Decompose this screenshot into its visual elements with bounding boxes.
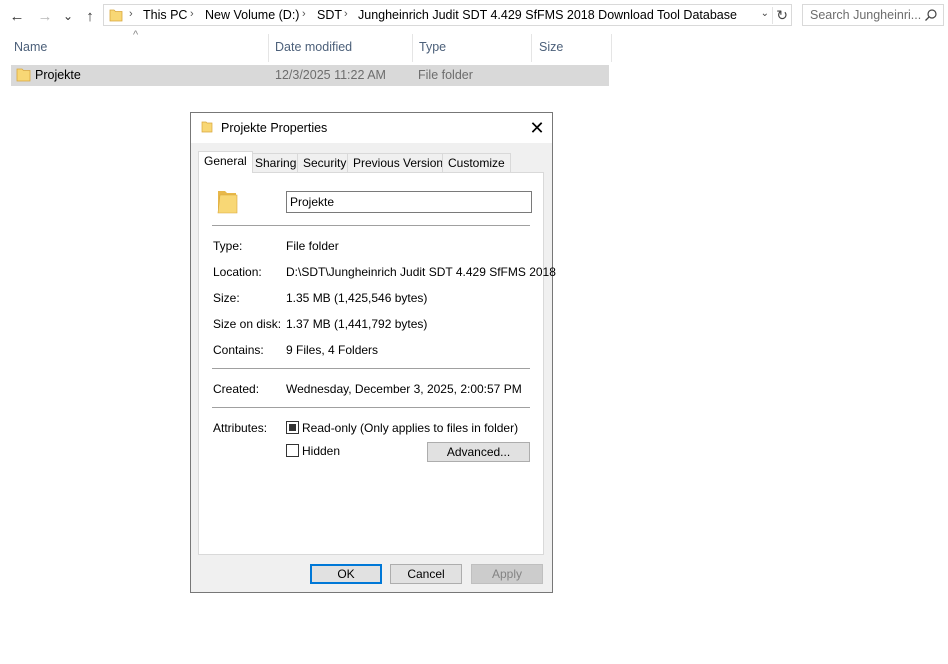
- refresh-icon[interactable]: ↻: [772, 7, 788, 24]
- column-divider[interactable]: [531, 34, 532, 62]
- search-box[interactable]: Search Jungheinri...: [802, 4, 944, 26]
- column-header-size[interactable]: Size: [539, 36, 609, 60]
- location-value: D:\SDT\Jungheinrich Judit SDT 4.429 SfFM…: [286, 265, 556, 279]
- folder-icon: [16, 68, 31, 82]
- divider: [212, 368, 530, 369]
- navigation-bar: ← → ⌄ ↑ › This PC › New Volume (D:) › SD…: [0, 0, 948, 32]
- folder-icon: [201, 121, 213, 133]
- address-dropdown-chevron-icon[interactable]: ⌄: [761, 8, 769, 19]
- apply-button[interactable]: Apply: [471, 564, 543, 584]
- file-date-modified: 12/3/2025 11:22 AM: [275, 68, 386, 82]
- hidden-label[interactable]: Hidden: [302, 444, 340, 458]
- breadcrumb-current-folder[interactable]: Jungheinrich Judit SDT 4.429 SfFMS 2018 …: [358, 8, 737, 22]
- large-folder-icon: [217, 191, 238, 214]
- column-header-date-label: Date modified: [275, 40, 353, 54]
- file-row[interactable]: Projekte 12/3/2025 11:22 AM File folder: [11, 65, 609, 86]
- breadcrumb-sdt[interactable]: SDT: [317, 8, 342, 22]
- readonly-checkbox[interactable]: [286, 421, 299, 434]
- folder-icon: [109, 9, 123, 22]
- breadcrumb-separator: ›: [302, 8, 306, 20]
- search-placeholder: Search Jungheinri...: [810, 8, 922, 22]
- search-icon[interactable]: [924, 8, 938, 22]
- tab-security[interactable]: Security: [297, 153, 353, 172]
- column-header-type-label: Type: [419, 40, 447, 54]
- column-header-date-modified[interactable]: Date modified: [275, 36, 412, 60]
- properties-dialog: Projekte Properties ✕ General Sharing Se…: [190, 112, 556, 593]
- column-divider[interactable]: [412, 34, 413, 62]
- cancel-button[interactable]: Cancel: [390, 564, 462, 584]
- tab-customize[interactable]: Customize: [442, 153, 511, 172]
- breadcrumb-this-pc[interactable]: This PC: [143, 8, 187, 22]
- up-arrow-icon[interactable]: ↑: [81, 6, 99, 26]
- contains-value: 9 Files, 4 Folders: [286, 343, 379, 357]
- forward-arrow-icon[interactable]: →: [36, 6, 54, 26]
- divider: [212, 225, 530, 226]
- tab-general[interactable]: General: [198, 151, 253, 173]
- column-header-type[interactable]: Type: [419, 36, 531, 60]
- file-type: File folder: [418, 68, 473, 82]
- folder-name-field[interactable]: Projekte: [286, 191, 532, 213]
- size-value: 1.35 MB (1,425,546 bytes): [286, 291, 428, 305]
- recent-locations-chevron-icon[interactable]: ⌄: [62, 6, 74, 26]
- dialog-title: Projekte Properties: [221, 121, 328, 135]
- breadcrumb-separator: ›: [190, 8, 194, 20]
- close-icon[interactable]: ✕: [522, 113, 552, 143]
- column-divider[interactable]: [268, 34, 269, 62]
- tab-previous-versions[interactable]: Previous Versions: [347, 153, 456, 172]
- breadcrumb-separator: ›: [344, 8, 348, 20]
- breadcrumb-separator: ›: [129, 8, 133, 20]
- type-value: File folder: [286, 239, 339, 253]
- hidden-checkbox[interactable]: [286, 444, 299, 457]
- advanced-button[interactable]: Advanced...: [427, 442, 530, 462]
- divider: [212, 407, 530, 408]
- size-label: Size:: [213, 291, 240, 305]
- ok-button[interactable]: OK: [310, 564, 382, 584]
- contains-label: Contains:: [213, 343, 264, 357]
- location-label: Location:: [213, 265, 262, 279]
- column-header-name-label: Name: [14, 40, 48, 54]
- tab-sharing[interactable]: Sharing: [249, 153, 303, 172]
- readonly-label[interactable]: Read-only (Only applies to files in fold…: [302, 421, 518, 435]
- created-value: Wednesday, December 3, 2025, 2:00:57 PM: [286, 382, 522, 396]
- file-name: Projekte: [35, 68, 81, 82]
- back-arrow-icon[interactable]: ←: [8, 6, 26, 26]
- dialog-title-bar[interactable]: Projekte Properties ✕: [191, 113, 552, 143]
- size-on-disk-label: Size on disk:: [213, 317, 282, 331]
- column-header-name[interactable]: Name: [14, 36, 268, 60]
- size-on-disk-value: 1.37 MB (1,441,792 bytes): [286, 317, 428, 331]
- general-tab-panel: Projekte Type: File folder Location: D:\…: [198, 172, 556, 555]
- address-bar[interactable]: › This PC › New Volume (D:) › SDT › Jung…: [103, 4, 792, 26]
- column-divider[interactable]: [611, 34, 612, 62]
- column-header-size-label: Size: [539, 40, 564, 54]
- breadcrumb-new-volume[interactable]: New Volume (D:): [205, 8, 299, 22]
- attributes-label: Attributes:: [213, 421, 268, 435]
- created-label: Created:: [213, 382, 260, 396]
- type-label: Type:: [213, 239, 243, 253]
